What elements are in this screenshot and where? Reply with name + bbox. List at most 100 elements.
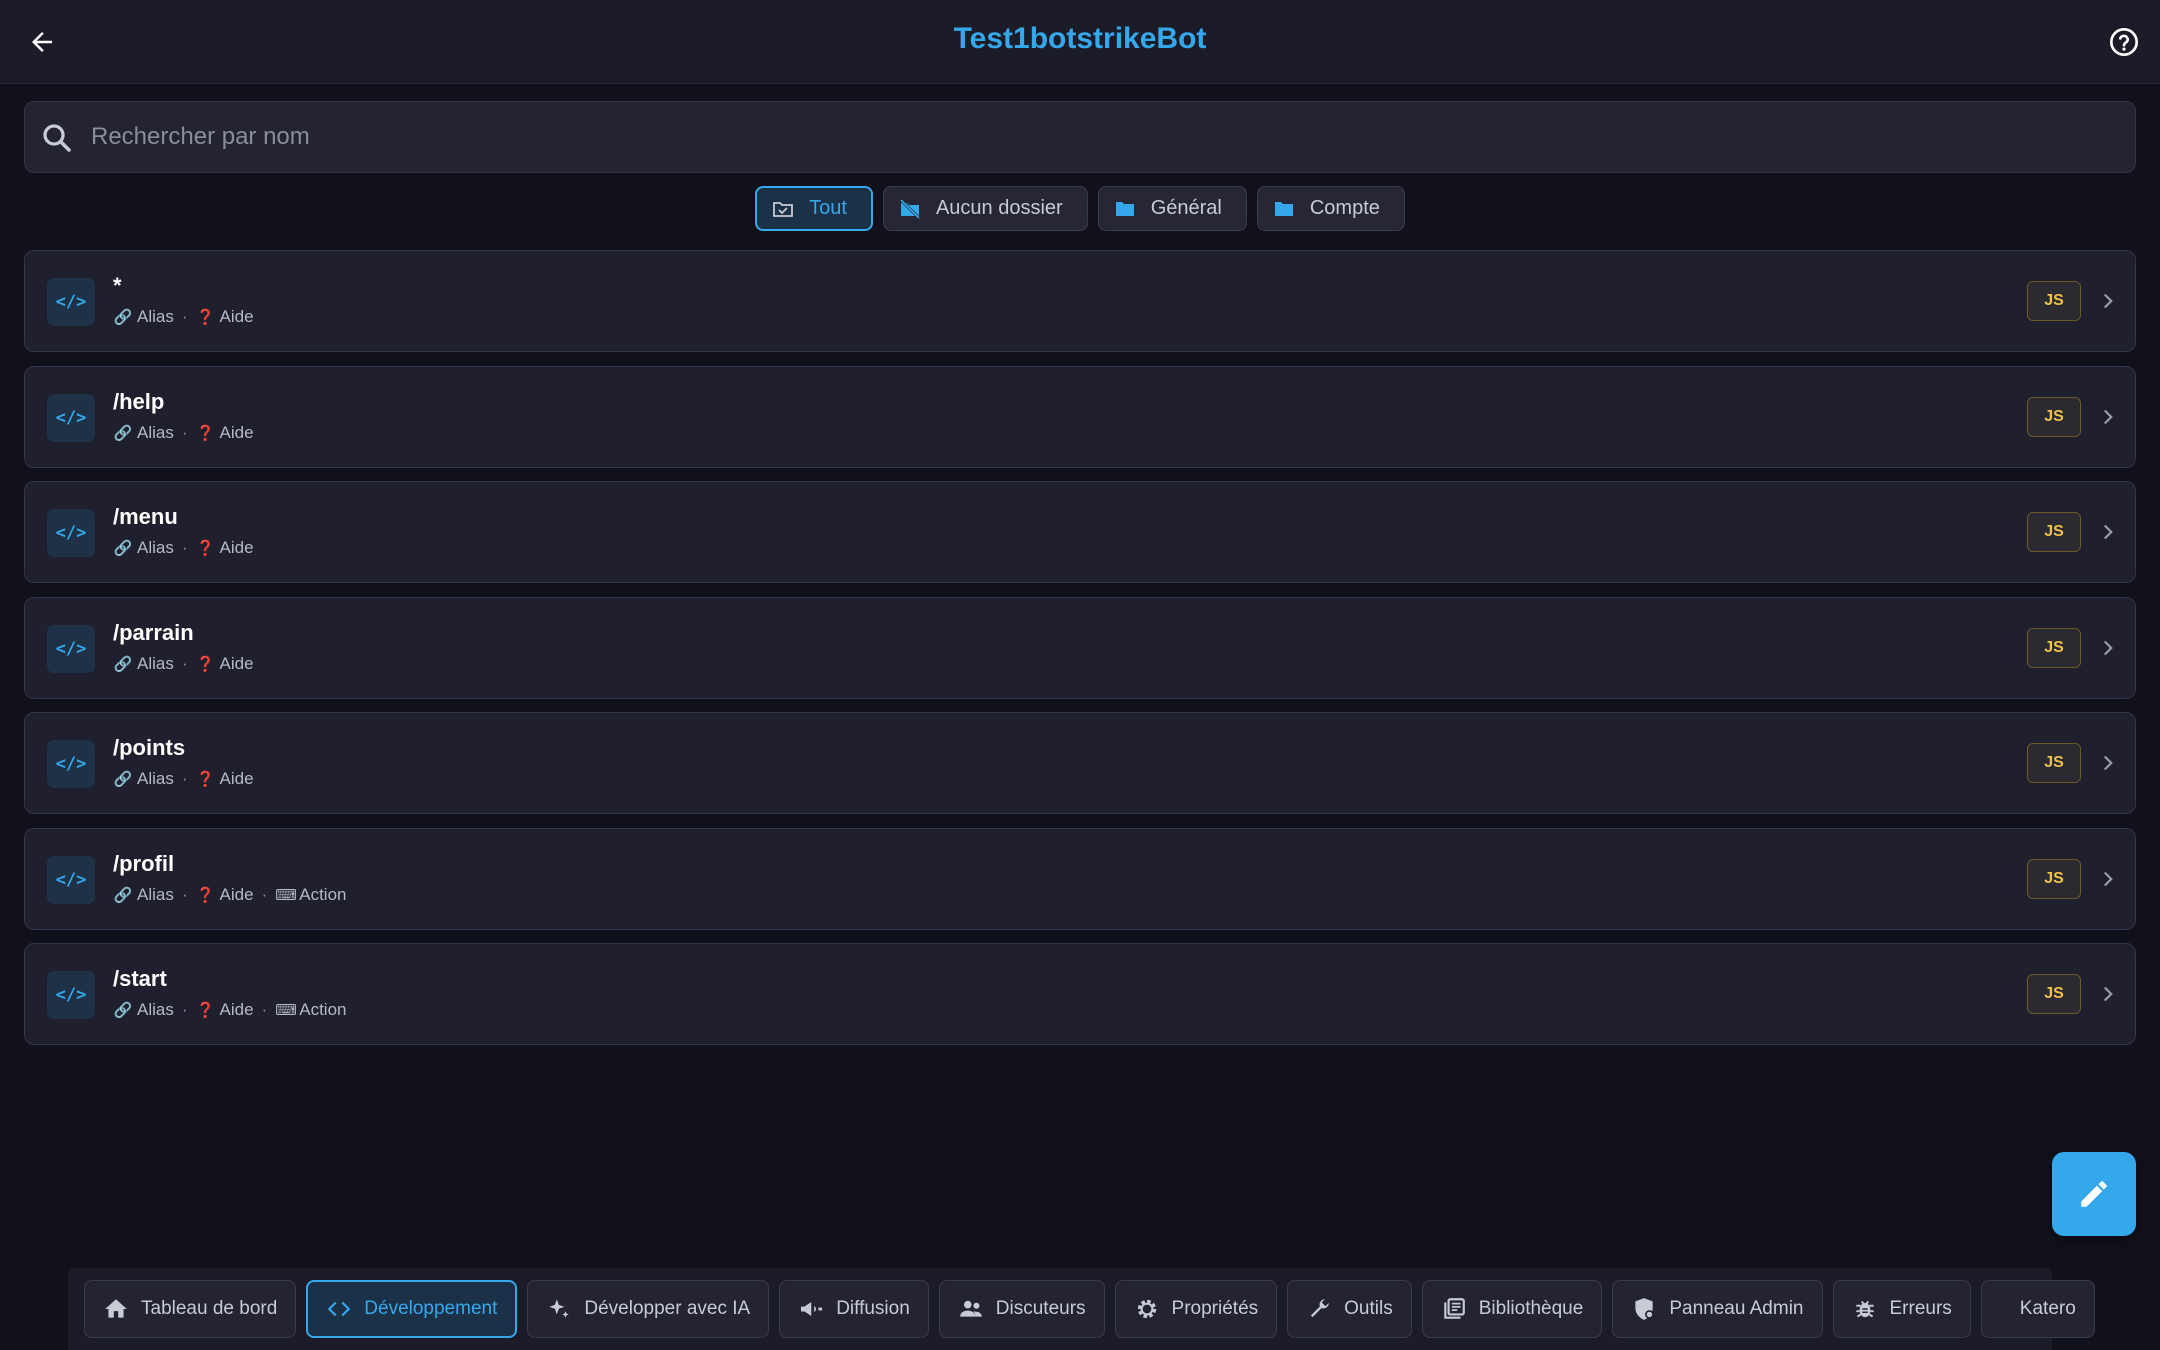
separator: · (261, 1000, 268, 1019)
command-meta: 🔗 Alias · ❓ Aide (113, 538, 254, 558)
nav-label: Bibliothèque (1478, 1298, 1584, 1319)
command-row[interactable]: </> /help 🔗 Alias · ❓ Aide JS (24, 365, 2136, 468)
search-bar (24, 101, 2136, 173)
edit-fab-button[interactable] (2052, 1152, 2136, 1236)
alias-label: Alias (137, 1000, 174, 1019)
command-row[interactable]: </> /points 🔗 Alias · ❓ Aide JS (24, 712, 2136, 814)
command-list: </> * 🔗 Alias · ❓ Aide JS </> /help 🔗 Alias… (24, 250, 2136, 1059)
folder-icon (1115, 201, 1134, 216)
chevron-right-icon (2103, 524, 2113, 540)
js-badge: JS (2027, 743, 2081, 783)
filter-aucun-dossier[interactable]: Aucun dossier (882, 186, 1088, 231)
code-icon: </> (47, 393, 95, 442)
js-badge: JS (2027, 281, 2081, 321)
help-circle-icon (2110, 28, 2138, 56)
command-row[interactable]: </> /menu 🔗 Alias · ❓ Aide JS (24, 481, 2136, 583)
nav-developper-avec-ia[interactable]: Développer avec IA (527, 1280, 770, 1338)
chevron-right-icon (2103, 293, 2113, 309)
nav-panneau-admin[interactable]: Panneau Admin (1612, 1280, 1823, 1338)
nav-katero[interactable]: Katero (1980, 1280, 2095, 1338)
filter-label: Aucun dossier (935, 197, 1063, 219)
nav-diffusion[interactable]: Diffusion (779, 1280, 929, 1338)
code-icon: </> (47, 971, 95, 1019)
separator: · (181, 307, 188, 326)
alias-label: Alias (137, 422, 174, 442)
chevron-right-icon (2103, 871, 2113, 886)
aide-label: Aide (219, 769, 254, 788)
help-button[interactable] (2104, 22, 2144, 62)
question-icon: ❓ (196, 309, 215, 326)
search-icon (43, 124, 71, 152)
link-icon: 🔗 (113, 309, 133, 326)
question-icon: ❓ (196, 424, 215, 442)
code-icon: </> (47, 740, 95, 788)
filter-general[interactable]: Général (1097, 186, 1247, 231)
alias-label: Alias (137, 884, 174, 904)
command-row[interactable]: </> /start 🔗 Alias · ❓ Aide · ⌨ Action JS (24, 943, 2136, 1045)
command-name: /profil (113, 850, 175, 876)
nav-discuteurs[interactable]: Discuteurs (938, 1280, 1105, 1338)
wrench-icon (1311, 1299, 1329, 1318)
nav-erreurs[interactable]: Erreurs (1832, 1280, 1971, 1338)
js-badge: JS (2027, 512, 2081, 552)
command-meta: 🔗 Alias · ❓ Aide (113, 307, 254, 327)
separator: · (181, 769, 188, 788)
command-row[interactable]: </> * 🔗 Alias · ❓ Aide JS (24, 250, 2136, 352)
admin-shield-icon (1635, 1298, 1655, 1320)
separator: · (261, 884, 268, 904)
bug-icon (1855, 1300, 1874, 1318)
command-meta: 🔗 Alias · ❓ Aide · ⌨ Action (113, 884, 347, 905)
nav-bibliotheque[interactable]: Bibliothèque (1421, 1280, 1603, 1338)
action-label: Action (299, 884, 347, 904)
question-icon: ❓ (196, 1002, 215, 1019)
sparkle-icon (549, 1299, 570, 1318)
nav-outils[interactable]: Outils (1287, 1280, 1412, 1338)
aide-label: Aide (219, 538, 254, 557)
link-icon: 🔗 (113, 886, 133, 904)
nav-tableau-de-bord[interactable]: Tableau de bord (84, 1280, 297, 1338)
aide-label: Aide (219, 653, 254, 673)
check-folder-icon (773, 201, 794, 217)
nav-label: Erreurs (1889, 1298, 1952, 1319)
nav-label: Développer avec IA (584, 1298, 751, 1319)
question-icon: ❓ (196, 771, 215, 788)
keyboard-icon: ⌨ (275, 1002, 297, 1019)
page-title: Test1botstrikeBot (953, 22, 1207, 55)
question-icon: ❓ (196, 655, 215, 673)
link-icon: 🔗 (113, 771, 133, 788)
separator: · (181, 538, 188, 557)
code-icon: </> (47, 278, 95, 326)
chevron-right-icon (2103, 755, 2113, 771)
nav-label: Panneau Admin (1669, 1298, 1804, 1319)
command-row[interactable]: </> /profil 🔗 Alias · ❓ Aide · ⌨ Action JS (24, 827, 2136, 930)
alias-label: Alias (137, 769, 174, 788)
code-icon: </> (47, 509, 95, 557)
command-meta: 🔗 Alias · ❓ Aide · ⌨ Action (113, 1000, 347, 1020)
filter-label: Compte (1309, 197, 1380, 219)
question-icon: ❓ (196, 886, 215, 904)
aide-label: Aide (219, 422, 254, 442)
filter-label: Tout (809, 197, 847, 219)
js-badge: JS (2027, 396, 2081, 437)
command-name: * (113, 273, 122, 298)
search-input[interactable] (91, 102, 2111, 172)
nav-proprietes[interactable]: Propriétés (1114, 1280, 1278, 1338)
nav-developpement[interactable]: Développement (306, 1280, 518, 1338)
separator: · (181, 1000, 188, 1019)
pencil-icon (2081, 1181, 2107, 1207)
gear-icon (1137, 1299, 1156, 1319)
chevron-right-icon (2103, 986, 2113, 1002)
aide-label: Aide (219, 307, 254, 326)
filter-compte[interactable]: Compte (1256, 186, 1405, 231)
folder-filters: Tout Aucun dossier Général Compte (0, 186, 2160, 231)
command-name: /points (113, 735, 186, 760)
alias-label: Alias (137, 538, 174, 557)
command-row[interactable]: </> /parrain 🔗 Alias · ❓ Aide JS (24, 596, 2136, 699)
people-icon (959, 1300, 982, 1317)
link-icon: 🔗 (113, 540, 133, 557)
folder-icon (1274, 201, 1293, 216)
chevron-right-icon (2103, 640, 2113, 655)
code-icon: </> (47, 624, 95, 673)
filter-tout[interactable]: Tout (755, 186, 873, 231)
command-name: /help (113, 388, 165, 414)
